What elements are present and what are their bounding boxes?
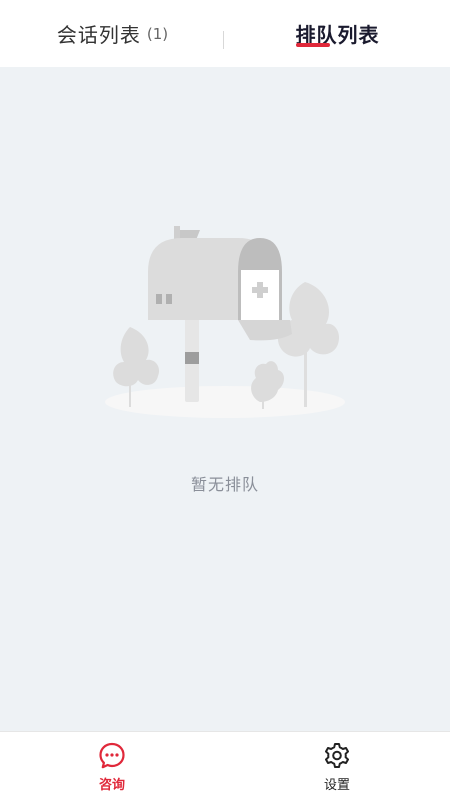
nav-item-consult[interactable]: 咨询 [52,732,172,800]
tab-header: 会话列表 (1) 排队列表 [0,0,450,67]
bottom-nav: 咨询 设置 [0,731,450,800]
tab-conversation-list-label: 会话列表 [56,23,141,47]
empty-state: 暂无排队 [0,67,450,731]
active-tab-indicator [295,43,330,47]
tab-queue-list[interactable]: 排队列表 [225,0,450,67]
tab-conversation-count: (1) [146,24,169,43]
nav-settings-label: 设置 [323,777,350,793]
tab-divider [223,31,224,49]
chat-bubble-icon [99,742,125,768]
nav-item-settings[interactable]: 设置 [277,732,397,800]
nav-consult-label: 咨询 [98,777,125,793]
mailbox-illustration [105,226,345,418]
gear-icon [325,742,349,768]
tab-conversation-list[interactable]: 会话列表 (1) [0,0,225,67]
tab-queue-list-label: 排队列表 [295,19,380,48]
empty-state-message: 暂无排队 [190,475,259,494]
queue-list-screen: 会话列表 (1) 排队列表 暂无排队 咨询 设置 [0,0,450,800]
